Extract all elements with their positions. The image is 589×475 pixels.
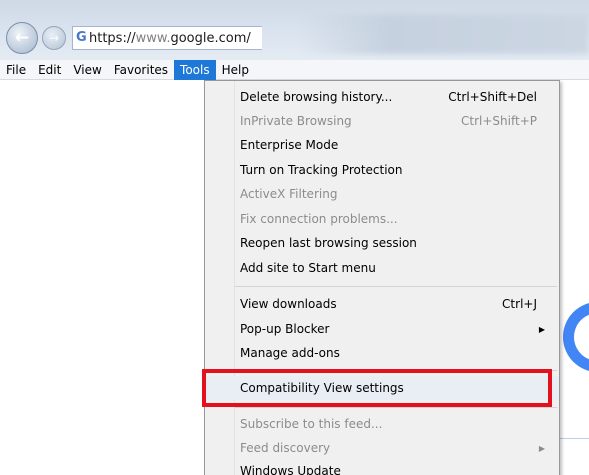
browser-window: ← → G https://www. google.com/ File Edit … (0, 0, 589, 475)
menu-item-label: Turn on Tracking Protection (240, 163, 403, 177)
menu-item-popup-blocker[interactable]: Pop-up Blocker ▶ (205, 317, 559, 341)
back-arrow-icon: ← (14, 28, 30, 48)
menu-item-shortcut: Ctrl+Shift+P (461, 114, 537, 128)
menu-item-label: View downloads (240, 297, 337, 311)
tools-dropdown-menu: Delete browsing history... Ctrl+Shift+De… (204, 80, 560, 475)
menu-item-label: Fix connection problems... (240, 212, 398, 226)
menu-item-compatibility-view-settings[interactable]: Compatibility View settings (205, 376, 559, 400)
menu-tools[interactable]: Tools (174, 59, 216, 80)
menu-item-label: Manage add-ons (240, 346, 340, 360)
menu-item-shortcut: Ctrl+J (502, 297, 537, 311)
google-logo-fragment (563, 302, 589, 372)
submenu-arrow-icon: ▶ (538, 443, 545, 453)
menu-item-label: Windows Update (240, 464, 341, 475)
menu-item-view-downloads[interactable]: View downloads Ctrl+J (205, 292, 559, 316)
page-divider (558, 438, 589, 439)
menu-item-label: Add site to Start menu (240, 261, 376, 275)
menu-item-label: Enterprise Mode (240, 138, 339, 152)
menu-item-delete-browsing-history[interactable]: Delete browsing history... Ctrl+Shift+De… (205, 85, 559, 109)
menu-help[interactable]: Help (216, 60, 255, 80)
forward-button[interactable]: → (42, 26, 66, 50)
menu-item-reopen-last-session[interactable]: Reopen last browsing session (205, 231, 559, 255)
menu-item-inprivate-browsing[interactable]: InPrivate Browsing Ctrl+Shift+P (205, 109, 559, 133)
menu-item-label: Feed discovery (240, 441, 331, 455)
forward-arrow-icon: → (48, 31, 60, 45)
menu-separator (235, 370, 557, 371)
menu-item-feed-discovery[interactable]: Feed discovery ▶ (205, 436, 559, 460)
menu-favorites[interactable]: Favorites (108, 60, 174, 80)
menu-item-label: ActiveX Filtering (240, 187, 338, 201)
navigation-bar: ← → G https://www. google.com/ (0, 0, 589, 60)
google-g-icon: G (76, 30, 87, 45)
url-domain: google.com/ (170, 30, 251, 46)
menu-item-activex-filtering[interactable]: ActiveX Filtering (205, 182, 559, 206)
menu-view[interactable]: View (67, 60, 107, 80)
menu-item-fix-connection-problems[interactable]: Fix connection problems... (205, 207, 559, 231)
menu-item-add-site-to-start[interactable]: Add site to Start menu (205, 256, 559, 280)
address-bar[interactable]: G https://www. google.com/ (72, 26, 262, 50)
menu-bar: File Edit View Favorites Tools Help (0, 59, 589, 80)
menu-item-label: InPrivate Browsing (240, 114, 352, 128)
url-scheme: https:// (89, 30, 136, 46)
back-button[interactable]: ← (6, 22, 38, 54)
menu-file[interactable]: File (0, 60, 32, 80)
menu-item-tracking-protection[interactable]: Turn on Tracking Protection (205, 158, 559, 182)
menu-item-label: Compatibility View settings (240, 381, 404, 395)
menu-item-label: Delete browsing history... (240, 90, 393, 104)
menu-item-label: Subscribe to this feed... (240, 417, 383, 431)
menu-separator (235, 407, 557, 408)
menu-item-subscribe-feed[interactable]: Subscribe to this feed... (205, 412, 559, 436)
menu-item-windows-update[interactable]: Windows Update (205, 459, 559, 475)
submenu-arrow-icon: ▶ (538, 324, 545, 334)
menu-item-label: Reopen last browsing session (240, 236, 417, 250)
menu-item-manage-addons[interactable]: Manage add-ons (205, 341, 559, 365)
menu-edit[interactable]: Edit (32, 60, 67, 80)
url-subdomain: www. (135, 30, 171, 46)
menu-item-shortcut: Ctrl+Shift+Del (448, 90, 537, 104)
menu-separator (235, 286, 557, 287)
blurred-tabs-area (300, 14, 589, 54)
menu-item-label: Pop-up Blocker (240, 322, 330, 336)
menu-item-enterprise-mode[interactable]: Enterprise Mode (205, 133, 559, 157)
